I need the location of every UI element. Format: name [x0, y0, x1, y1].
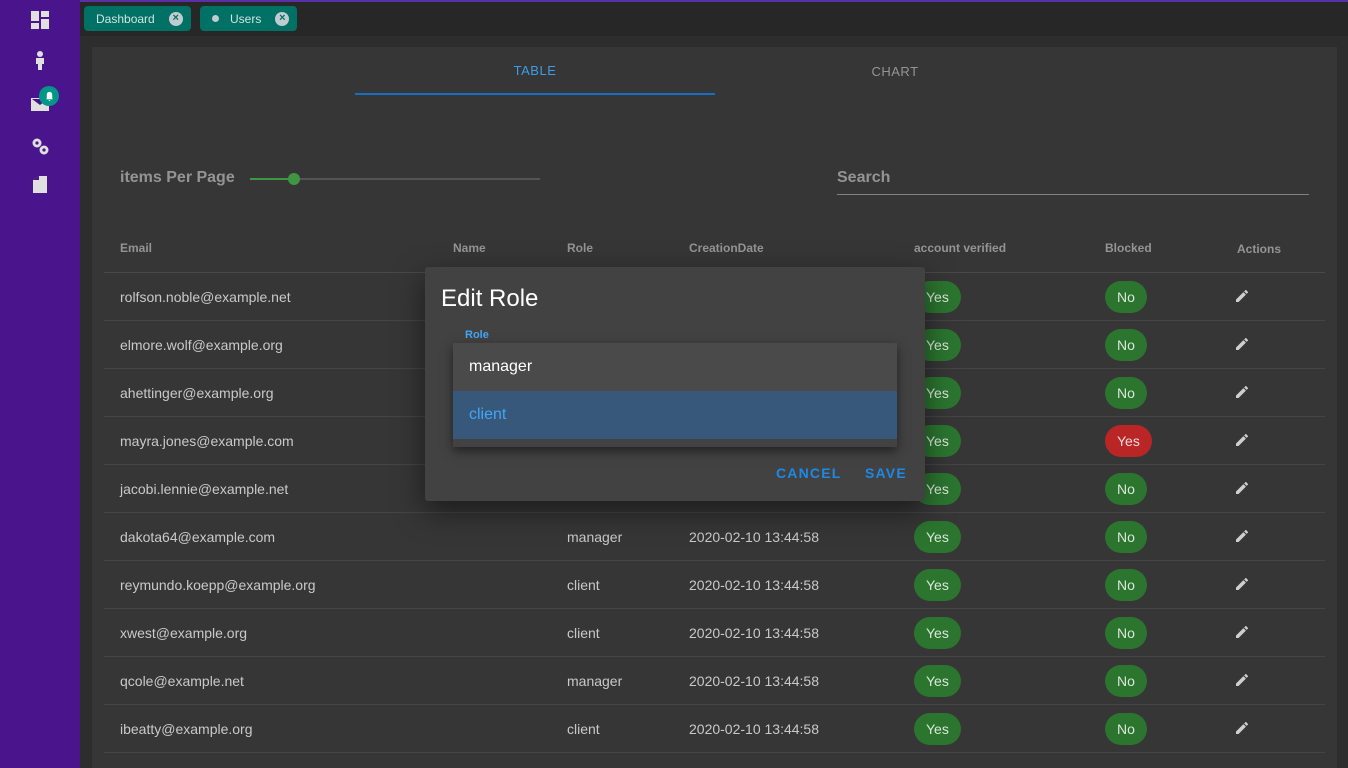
documents-icon[interactable] — [30, 174, 50, 194]
dialog-title: Edit Role — [441, 285, 539, 312]
person-icon[interactable] — [30, 50, 50, 70]
dashboard-icon[interactable] — [30, 10, 50, 30]
sidebar — [0, 0, 80, 768]
save-button[interactable]: Save — [865, 465, 907, 481]
role-field-label: Role — [465, 329, 489, 341]
edit-role-dialog: Edit Role Role manager client Cancel Sav… — [425, 267, 925, 501]
bell-icon — [39, 86, 59, 106]
settings-icon[interactable] — [30, 136, 50, 156]
role-dropdown-menu: manager client — [453, 343, 897, 447]
role-option-manager[interactable]: manager — [453, 343, 897, 391]
cancel-button[interactable]: Cancel — [776, 465, 842, 481]
role-option-client[interactable]: client — [453, 391, 897, 439]
